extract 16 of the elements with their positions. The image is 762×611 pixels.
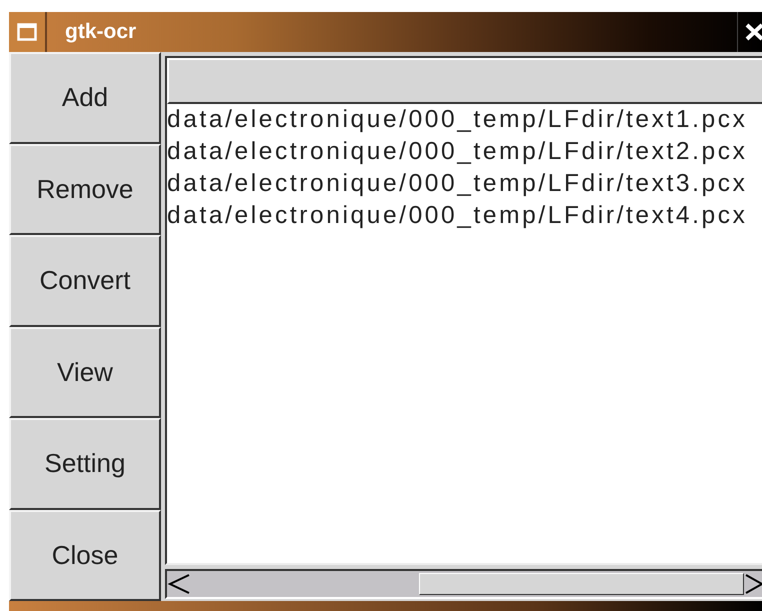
side-button[interactable]: Convert	[9, 235, 161, 326]
file-row[interactable]: data/electronique/000_temp/LFdir/text1.pcx	[167, 104, 748, 136]
side-button[interactable]: View	[9, 326, 161, 418]
side-button[interactable]: Setting	[9, 418, 161, 510]
file-row[interactable]: data/electronique/000_temp/LFdir/text4.pcx	[167, 200, 748, 232]
side-button[interactable]: Remove	[9, 144, 161, 235]
side-button[interactable]: Close	[9, 510, 161, 601]
close-icon	[744, 22, 762, 42]
horizontal-scrollbar[interactable]	[165, 569, 762, 599]
window-title: gtk-ocr	[65, 20, 138, 44]
side-button[interactable]: Add	[9, 52, 161, 144]
file-row[interactable]: data/electronique/000_temp/LFdir/text3.pcx	[167, 168, 748, 200]
scroll-thumb[interactable]	[419, 573, 744, 595]
column-header[interactable]	[167, 58, 762, 104]
window-icon	[17, 23, 37, 41]
file-row[interactable]: data/electronique/000_temp/LFdir/text2.pcx	[167, 136, 748, 168]
